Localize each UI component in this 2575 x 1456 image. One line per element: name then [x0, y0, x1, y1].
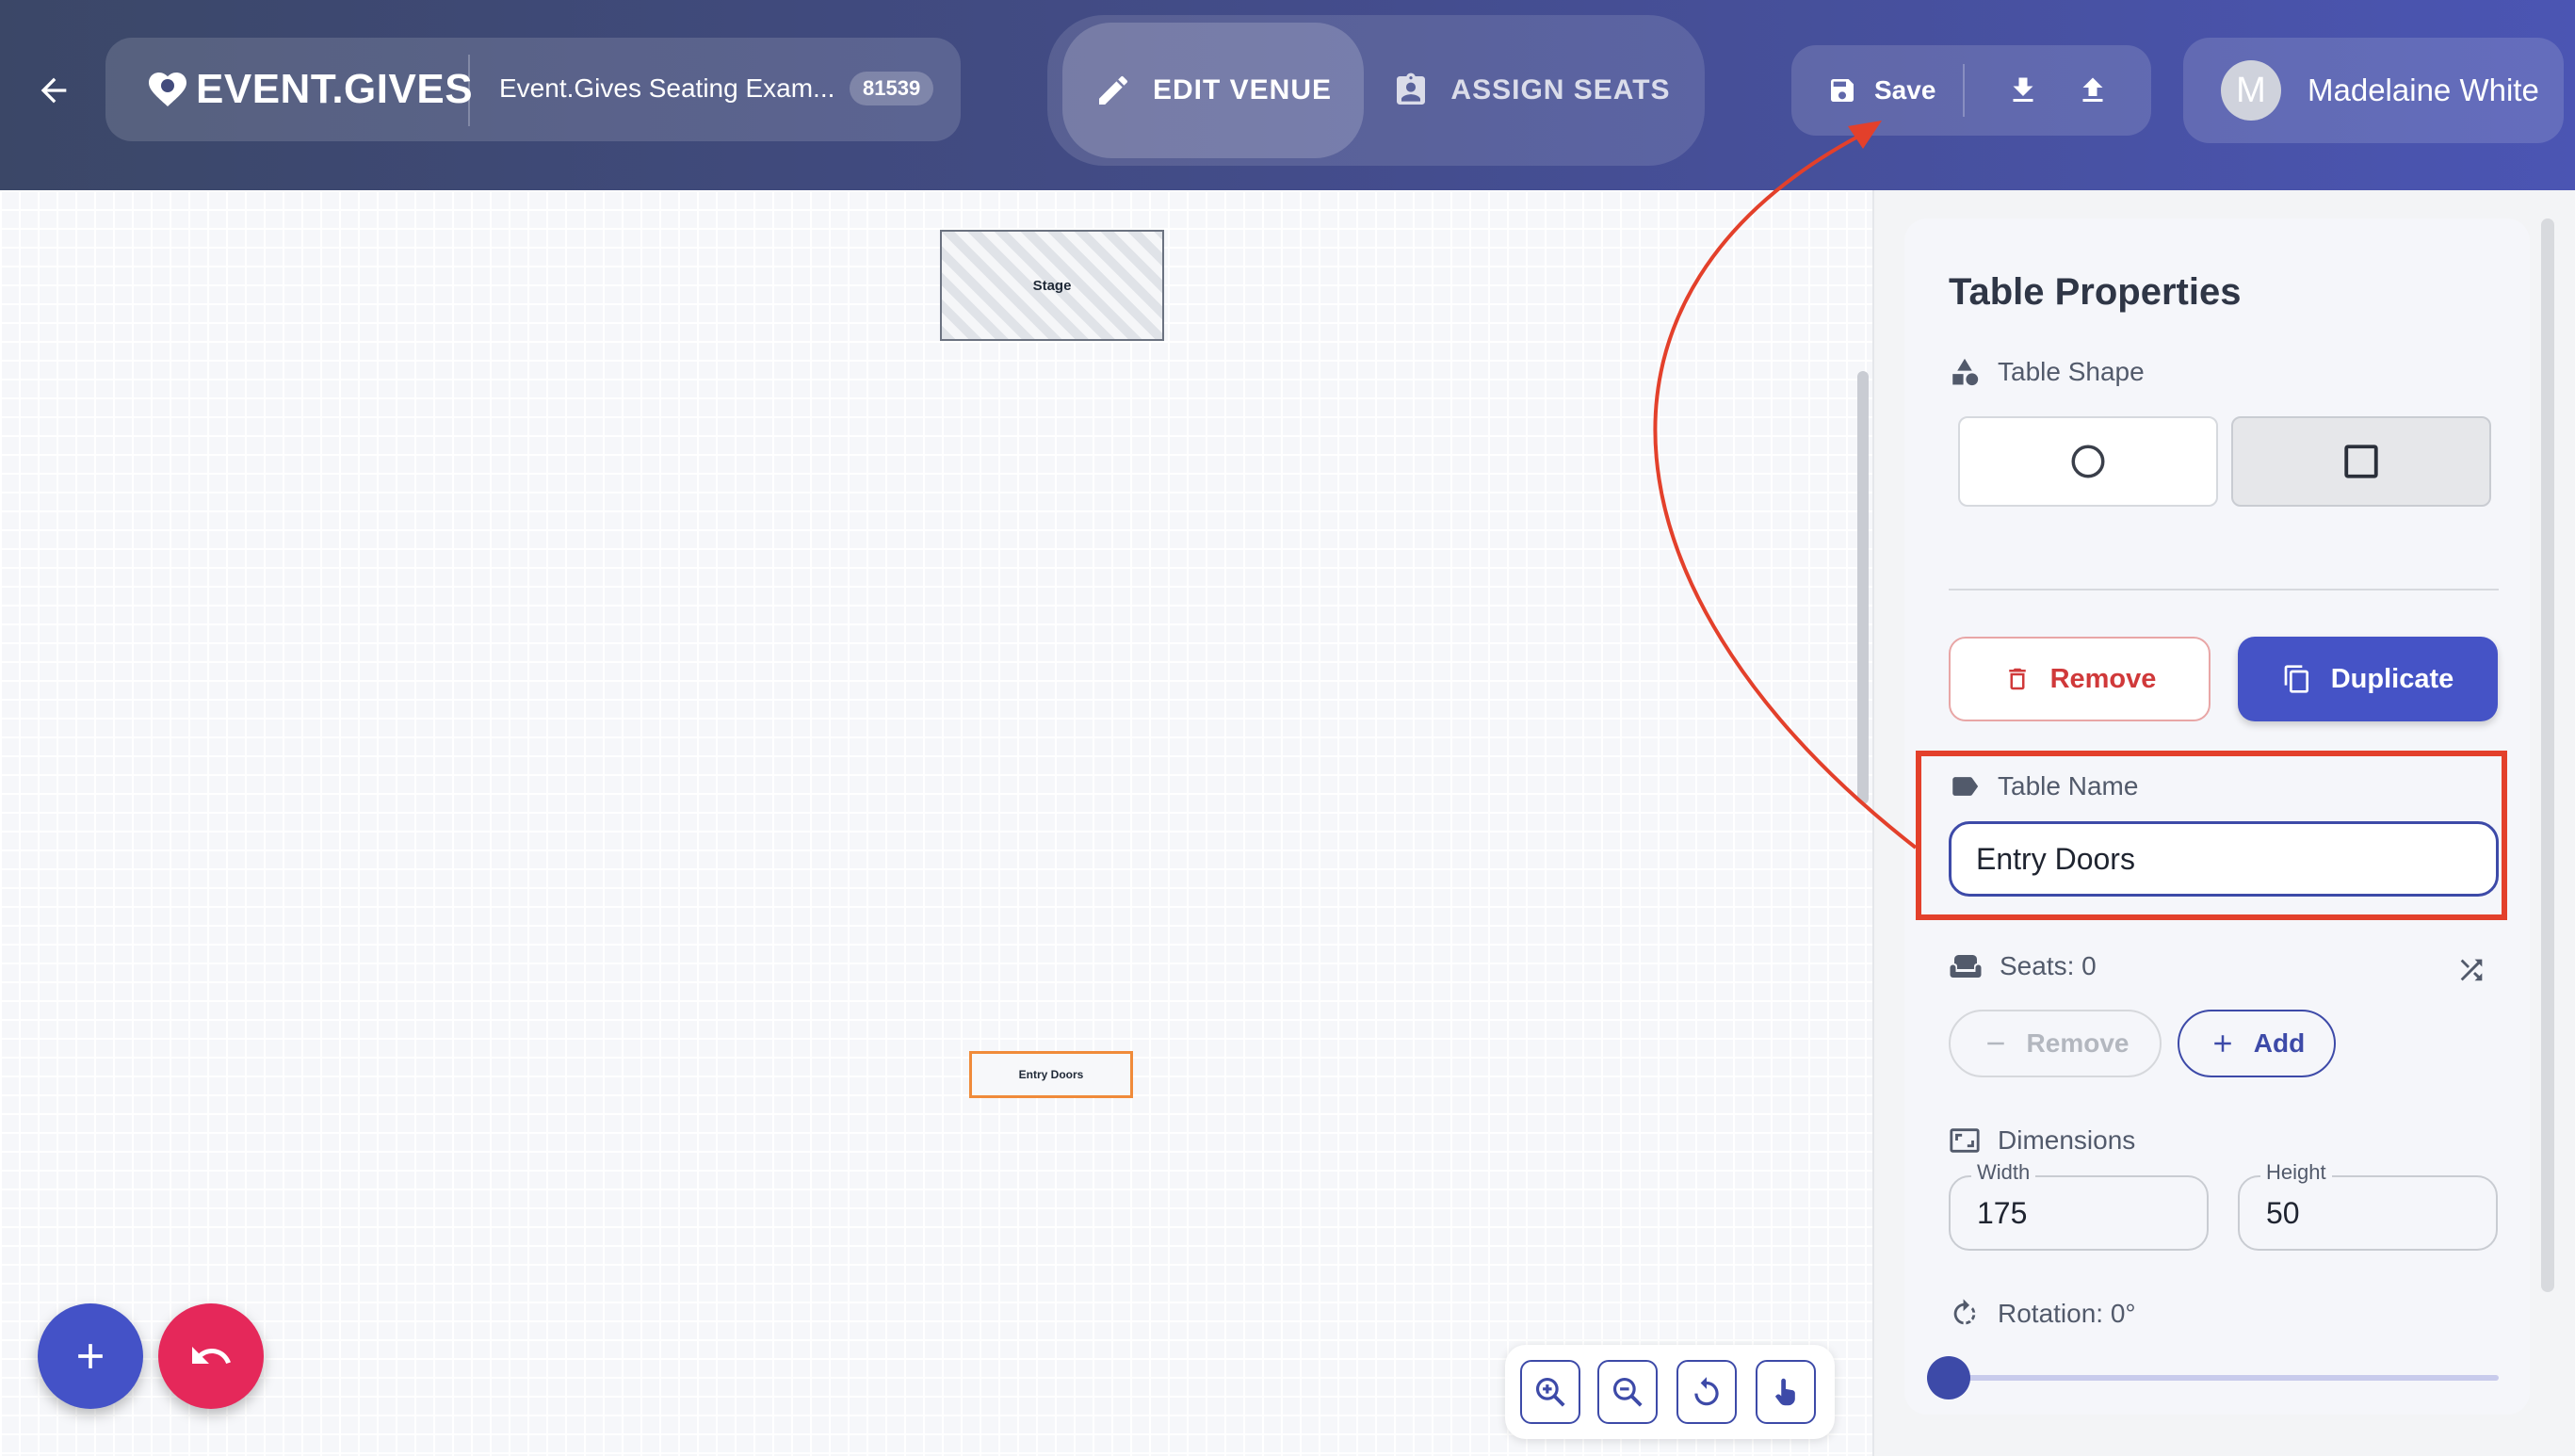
zoom-out-button[interactable] — [1597, 1360, 1658, 1424]
panel-title: Table Properties — [1949, 271, 2242, 313]
zoom-in-button[interactable] — [1520, 1360, 1580, 1424]
rotation-label: Rotation: 0° — [1949, 1298, 2136, 1330]
edit-venue-tab[interactable]: EDIT VENUE — [1062, 23, 1364, 158]
avatar: M — [2221, 60, 2281, 121]
brand-name: EVENT.GIVES — [196, 66, 474, 112]
plus-icon — [78, 1344, 103, 1368]
reset-view-button[interactable] — [1676, 1360, 1737, 1424]
reset-rotate-icon — [1694, 1377, 1719, 1406]
table-object-selected[interactable]: Entry Doors — [969, 1051, 1133, 1098]
edit-venue-label: EDIT VENUE — [1152, 74, 1333, 105]
trash-icon — [2008, 668, 2026, 690]
divider — [1963, 64, 1965, 117]
height-input[interactable] — [2266, 1194, 2473, 1232]
top-app-bar: EVENT.GIVES Event.Gives Seating Exam... … — [0, 0, 2575, 190]
user-name: Madelaine White — [2308, 73, 2539, 107]
seats-label: Seats: 0 — [1949, 949, 2097, 983]
height-label: Height — [2260, 1160, 2332, 1185]
square-shape-icon — [2344, 445, 2378, 478]
download-button[interactable] — [2000, 68, 2046, 113]
zoom-in-icon — [1535, 1377, 1565, 1407]
assign-seats-tab[interactable]: ASSIGN SEATS — [1371, 23, 1692, 158]
save-button[interactable]: Save — [1827, 64, 1935, 117]
shapes-icon — [1952, 358, 1979, 386]
dimensions-label: Dimensions — [1949, 1124, 2135, 1157]
floppy-disk-icon — [1831, 79, 1854, 102]
width-input[interactable] — [1977, 1194, 2184, 1232]
table-shape-label: Table Shape — [1949, 356, 2145, 388]
width-field: Width — [1949, 1160, 2209, 1251]
back-button[interactable] — [21, 53, 87, 128]
save-label: Save — [1874, 75, 1936, 105]
rotate-icon — [1953, 1299, 1976, 1325]
brand-logo[interactable]: EVENT.GIVES — [145, 62, 473, 117]
undo-button[interactable] — [158, 1303, 264, 1409]
shuffle-icon — [2460, 959, 2483, 981]
divider — [468, 55, 470, 126]
badge-icon — [1397, 73, 1426, 105]
table-label: Entry Doors — [1018, 1068, 1084, 1081]
assign-seats-label: ASSIGN SEATS — [1450, 74, 1671, 105]
rotation-slider-thumb[interactable] — [1927, 1356, 1970, 1399]
event-id-badge: 81539 — [850, 72, 934, 105]
shape-circle-button[interactable] — [1958, 416, 2218, 507]
venue-canvas[interactable] — [0, 190, 1872, 1456]
pan-mode-button[interactable] — [1756, 1360, 1816, 1424]
file-actions: Save — [1791, 45, 2151, 136]
canvas-scrollbar[interactable] — [1857, 371, 1869, 804]
pan-hand-icon — [1774, 1378, 1795, 1406]
zoom-out-icon — [1612, 1377, 1643, 1407]
add-seat-button[interactable]: Add — [2178, 1010, 2336, 1077]
circle-shape-icon — [2071, 445, 2105, 478]
pencil-icon — [1098, 75, 1127, 105]
event-title[interactable]: Event.Gives Seating Exam... — [499, 70, 834, 107]
aspect-ratio-icon — [1950, 1128, 1980, 1153]
height-field: Height — [2238, 1160, 2498, 1251]
plus-icon — [2214, 1035, 2231, 1052]
shuffle-seats-button[interactable] — [2453, 951, 2490, 989]
mode-switcher: EDIT VENUE ASSIGN SEATS — [1047, 15, 1705, 166]
user-menu[interactable]: M Madelaine White — [2183, 38, 2564, 143]
duplicate-table-button[interactable]: Duplicate — [2238, 637, 2498, 721]
rotation-slider-track[interactable] — [1949, 1375, 2499, 1381]
shape-square-button[interactable] — [2231, 416, 2491, 507]
minus-icon — [1986, 1042, 2004, 1045]
zoom-toolbar — [1505, 1345, 1835, 1439]
panel-scrollbar[interactable] — [2541, 218, 2554, 1292]
remove-table-button[interactable]: Remove — [1949, 637, 2211, 721]
remove-seat-button[interactable]: Remove — [1949, 1010, 2162, 1077]
upload-icon — [2082, 77, 2103, 102]
upload-button[interactable] — [2070, 68, 2115, 113]
copy-icon — [2284, 665, 2308, 693]
event-info-pill: EVENT.GIVES Event.Gives Seating Exam... … — [105, 38, 961, 141]
arrow-left-icon — [40, 77, 67, 104]
undo-icon — [192, 1347, 231, 1364]
add-object-button[interactable] — [38, 1303, 143, 1409]
download-icon — [2013, 77, 2033, 102]
width-label: Width — [1971, 1160, 2036, 1185]
sofa-icon — [1950, 955, 1982, 978]
stage-label: Stage — [1032, 277, 1072, 294]
stage-object[interactable]: Stage — [940, 230, 1164, 341]
divider — [1949, 589, 2499, 590]
annotation-highlight-box — [1916, 751, 2507, 920]
heart-logo-icon — [149, 73, 186, 106]
